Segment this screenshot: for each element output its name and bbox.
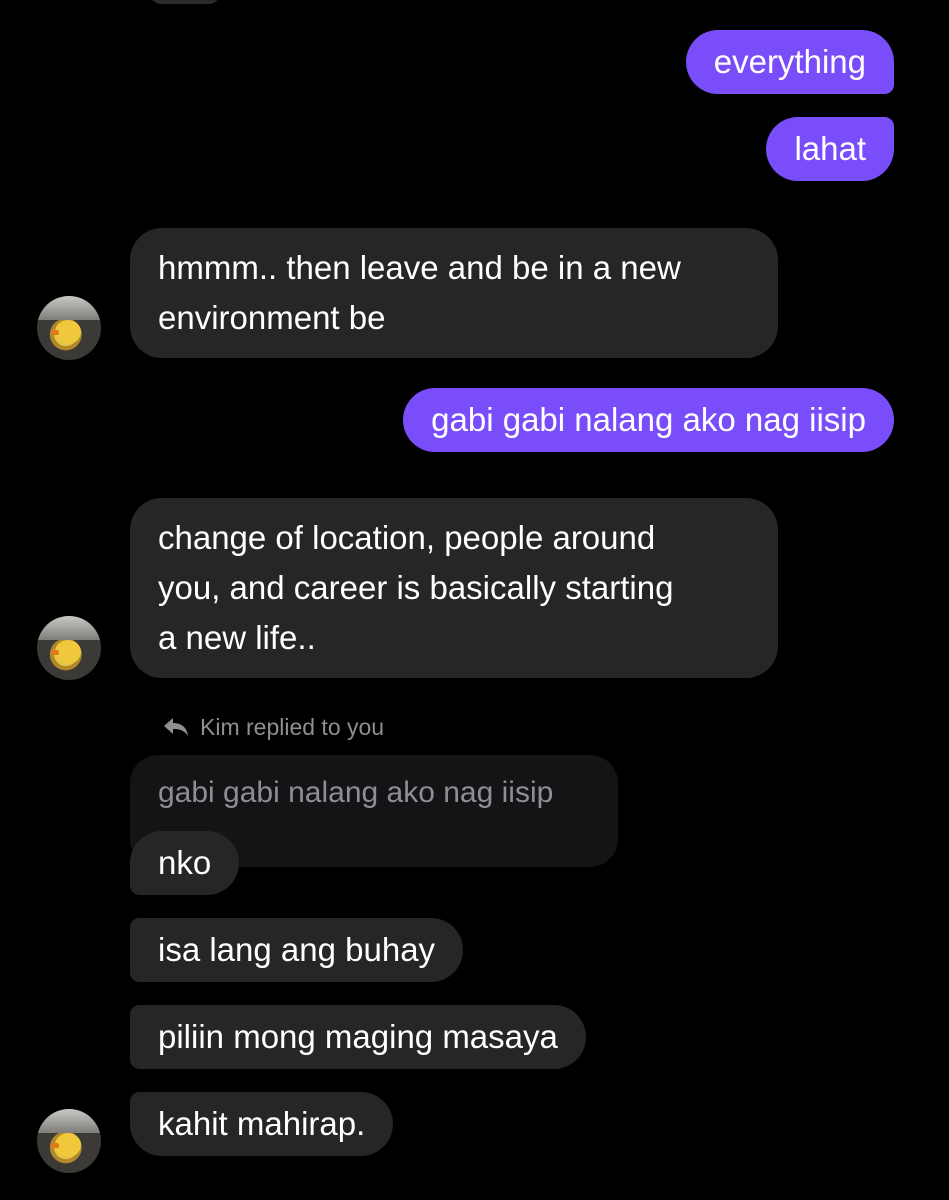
previous-message-edge bbox=[150, 0, 220, 4]
message-text: everything bbox=[713, 43, 866, 80]
message-text: nko bbox=[158, 844, 212, 881]
received-message-change-of-location[interactable]: change of location, people around you, a… bbox=[130, 498, 778, 678]
reply-label-text: Kim replied to you bbox=[200, 714, 385, 740]
reply-arrow-icon bbox=[164, 718, 188, 736]
message-text: piliin mong maging masaya bbox=[158, 1018, 558, 1055]
contact-avatar[interactable] bbox=[37, 296, 101, 360]
received-message-piliin[interactable]: piliin mong maging masaya bbox=[130, 1005, 586, 1069]
contact-avatar[interactable] bbox=[37, 1109, 101, 1173]
message-text: kahit mahirap. bbox=[158, 1105, 366, 1142]
received-message-isa-lang[interactable]: isa lang ang buhay bbox=[130, 918, 464, 982]
reply-indicator: Kim replied to you bbox=[162, 712, 384, 742]
message-line: environment be bbox=[158, 299, 386, 336]
received-message-kahit-mahirap[interactable]: kahit mahirap. bbox=[130, 1092, 394, 1156]
message-line: hmmm.. then leave and be in a new bbox=[158, 249, 681, 286]
quoted-text: gabi gabi nalang ako nag iisip bbox=[158, 776, 554, 809]
sent-message-lahat[interactable]: lahat bbox=[766, 117, 894, 181]
message-line: you, and career is basically starting bbox=[158, 569, 674, 606]
contact-avatar[interactable] bbox=[37, 616, 101, 680]
sent-message-everything[interactable]: everything bbox=[685, 30, 894, 94]
message-text: lahat bbox=[794, 130, 866, 167]
received-message-nko[interactable]: nko bbox=[130, 831, 240, 895]
message-line: change of location, people around bbox=[158, 519, 656, 556]
message-line: a new life.. bbox=[158, 619, 316, 656]
received-message-leave[interactable]: hmmm.. then leave and be in a new enviro… bbox=[130, 228, 778, 358]
message-text: gabi gabi nalang ako nag iisip bbox=[431, 401, 866, 438]
sent-message-gabi-gabi[interactable]: gabi gabi nalang ako nag iisip bbox=[403, 388, 894, 452]
message-text: isa lang ang buhay bbox=[158, 931, 436, 968]
